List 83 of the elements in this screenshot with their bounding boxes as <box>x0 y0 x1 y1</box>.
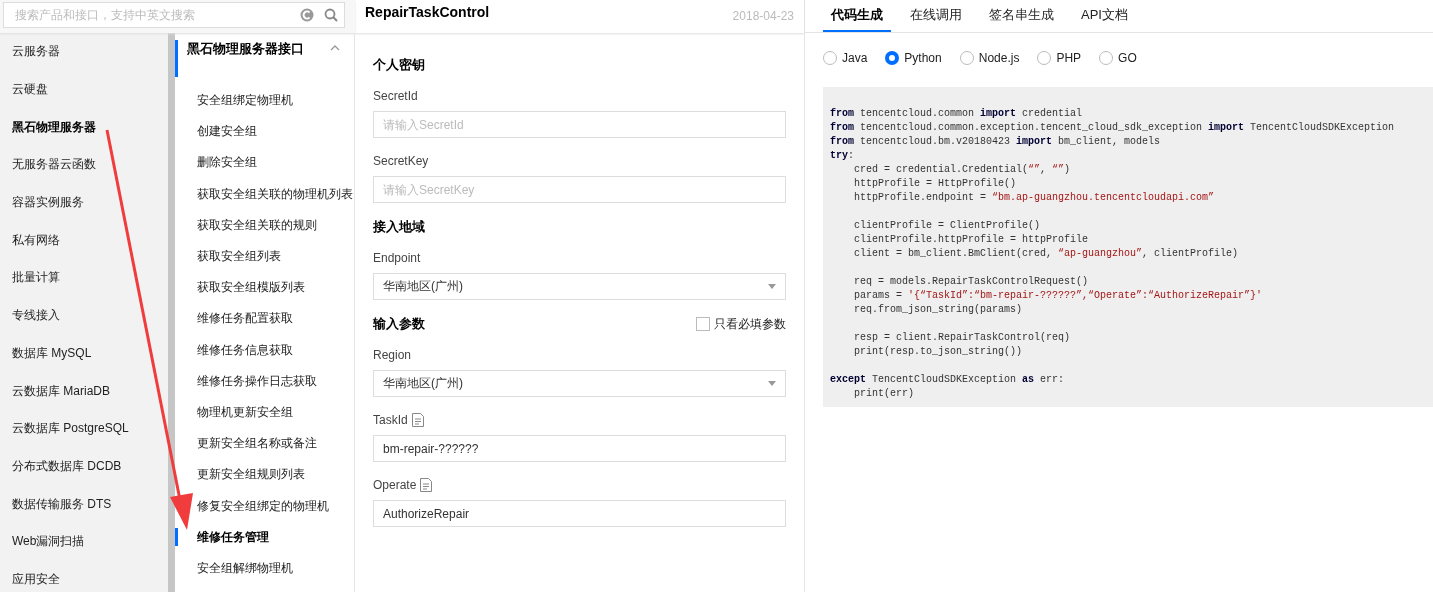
sidebar-item[interactable]: 容器实例服务 <box>0 183 168 222</box>
section-title: 输入参数 <box>373 315 425 333</box>
sidebar-item[interactable]: 黑石物理服务器 <box>0 108 168 147</box>
nav-item[interactable]: 安全组解绑物理机 <box>175 552 354 584</box>
code-line: print(err) <box>853 387 915 401</box>
nav-item[interactable]: 物理机更新安全组 <box>175 396 354 429</box>
nav-item[interactable]: 安全组绑定物理机 <box>175 85 354 117</box>
nav-group-title: 黑石物理服务器接口 <box>187 41 305 58</box>
nav-item[interactable]: 创建安全组 <box>175 116 354 148</box>
section-title: 接入地域 <box>373 218 425 236</box>
field-label: TaskId <box>373 413 408 427</box>
api-title: RepairTaskControl <box>365 4 490 20</box>
code-line: try: <box>830 149 856 163</box>
code-line: req.from_json_string(params) <box>853 303 1024 317</box>
required-only-checkbox[interactable]: 只看必填参数 <box>696 315 786 333</box>
sidebar-item[interactable]: Web漏洞扫描 <box>0 522 168 561</box>
code-line: httpProfile = HttpProfile() <box>853 177 1018 191</box>
input-field[interactable]: 请输入SecretKey <box>373 176 786 203</box>
tab[interactable]: API文档 <box>1073 0 1136 32</box>
sidebar-item[interactable]: 专线接入 <box>0 296 168 335</box>
input-field[interactable]: AuthorizeRepair <box>373 500 786 527</box>
scrollbar[interactable] <box>168 33 175 592</box>
sidebar-item[interactable]: 云服务器 <box>0 33 168 71</box>
caret-icon <box>768 284 776 289</box>
code-line: req = models.RepairTaskControlRequest() <box>853 275 1090 289</box>
code-line: print(resp.to_json_string()) <box>853 345 1024 359</box>
caret-icon <box>768 381 776 386</box>
code-line: client = bm_client.BmClient(cred, “ap-guangzhou”, clientProfile) <box>853 247 1240 261</box>
language-radio[interactable]: GO <box>1099 50 1137 66</box>
nav-item[interactable]: 修复安全组绑定的物理机 <box>175 490 354 522</box>
language-radio[interactable]: Java <box>823 50 868 66</box>
tab[interactable]: 在线调用 <box>902 0 970 32</box>
field-label: Region <box>373 348 412 362</box>
code-line: httpProfile.endpoint = “bm.ap-guangzhou.tencentcloudapi.com” <box>853 191 1216 205</box>
language-radio[interactable]: Node.js <box>959 50 1020 66</box>
sidebar-item[interactable]: 云硬盘 <box>0 70 168 109</box>
sidebar-item[interactable]: 云数据库 PostgreSQL <box>0 409 168 448</box>
code-line: except TencentCloudSDKException as err: <box>830 373 1066 387</box>
search-icon <box>324 8 338 22</box>
code-line: from tencentcloud.common.exception.tencent_cloud_sdk_exception import TencentCloudSDKException <box>830 121 1396 135</box>
language-radio[interactable]: Python <box>885 50 942 66</box>
input-field[interactable]: 请输入SecretId <box>373 111 786 138</box>
clear-icon <box>300 8 314 22</box>
field-label: Endpoint <box>373 251 421 265</box>
language-radio[interactable]: PHP <box>1037 50 1082 66</box>
tab[interactable]: 签名串生成 <box>981 0 1062 32</box>
dropdown[interactable]: 华南地区(广州) <box>373 273 786 300</box>
input-field[interactable]: bm-repair-?????? <box>373 435 786 462</box>
section-title: 个人密钥 <box>373 56 425 74</box>
sidebar-item[interactable]: 分布式数据库 DCDB <box>0 447 168 486</box>
code-line: clientProfile = ClientProfile() <box>853 219 1042 233</box>
nav-group-header[interactable]: 黑石物理服务器接口 <box>175 40 354 77</box>
sidebar-item[interactable]: 私有网络 <box>0 221 168 260</box>
field-label: Operate <box>373 478 417 492</box>
sidebar-item[interactable]: 无服务器云函数 <box>0 146 168 184</box>
nav-item[interactable]: 获取安全组关联的规则 <box>175 209 354 241</box>
field-label: SecretKey <box>373 154 429 168</box>
sidebar-item[interactable]: 云数据库 MariaDB <box>0 372 168 410</box>
field-label: SecretId <box>373 89 418 103</box>
nav-item[interactable]: 更新安全组规则列表 <box>175 459 354 491</box>
code-line: cred = credential.Credential(“”, “”) <box>853 163 1072 177</box>
code-line: clientProfile.httpProfile = httpProfile <box>853 233 1090 247</box>
nav-item[interactable]: 获取安全组模版列表 <box>175 272 354 304</box>
nav-item[interactable]: 获取安全组列表 <box>175 240 354 273</box>
nav-item[interactable]: 获取安全组关联的物理机列表 <box>175 178 354 210</box>
sidebar-item[interactable]: 批量计算 <box>0 259 168 297</box>
nav-item[interactable]: 维修任务管理 <box>175 521 354 553</box>
nav-item[interactable]: 更新安全组名称或备注 <box>175 428 354 460</box>
code-line: resp = client.RepairTaskControl(req) <box>853 331 1072 345</box>
sidebar-item[interactable]: 应用安全 <box>0 560 168 592</box>
nav-item[interactable]: 删除安全组 <box>175 147 354 179</box>
nav-item[interactable]: 维修任务配置获取 <box>175 303 354 335</box>
nav-item[interactable]: 维修任务操作日志获取 <box>175 365 354 397</box>
nav-item[interactable]: 维修任务信息获取 <box>175 334 354 366</box>
code-line: from tencentcloud.common import credential <box>830 107 1084 121</box>
tab[interactable]: 代码生成 <box>823 0 891 32</box>
dropdown[interactable]: 华南地区(广州) <box>373 370 786 397</box>
sidebar-item[interactable]: 数据库 MySQL <box>0 334 168 373</box>
search-box[interactable]: 搜索产品和接口，支持中英文搜索 <box>3 2 345 28</box>
code-line: from tencentcloud.bm.v20180423 import bm_client, models <box>830 135 1162 149</box>
sidebar-item[interactable]: 数据传输服务 DTS <box>0 485 168 523</box>
code-line: params = '{“TaskId”:“bm-repair-??????”,“Operate”:“AuthorizeRepair”}' <box>853 289 1264 303</box>
api-date: 2018-04-23 <box>732 8 794 23</box>
